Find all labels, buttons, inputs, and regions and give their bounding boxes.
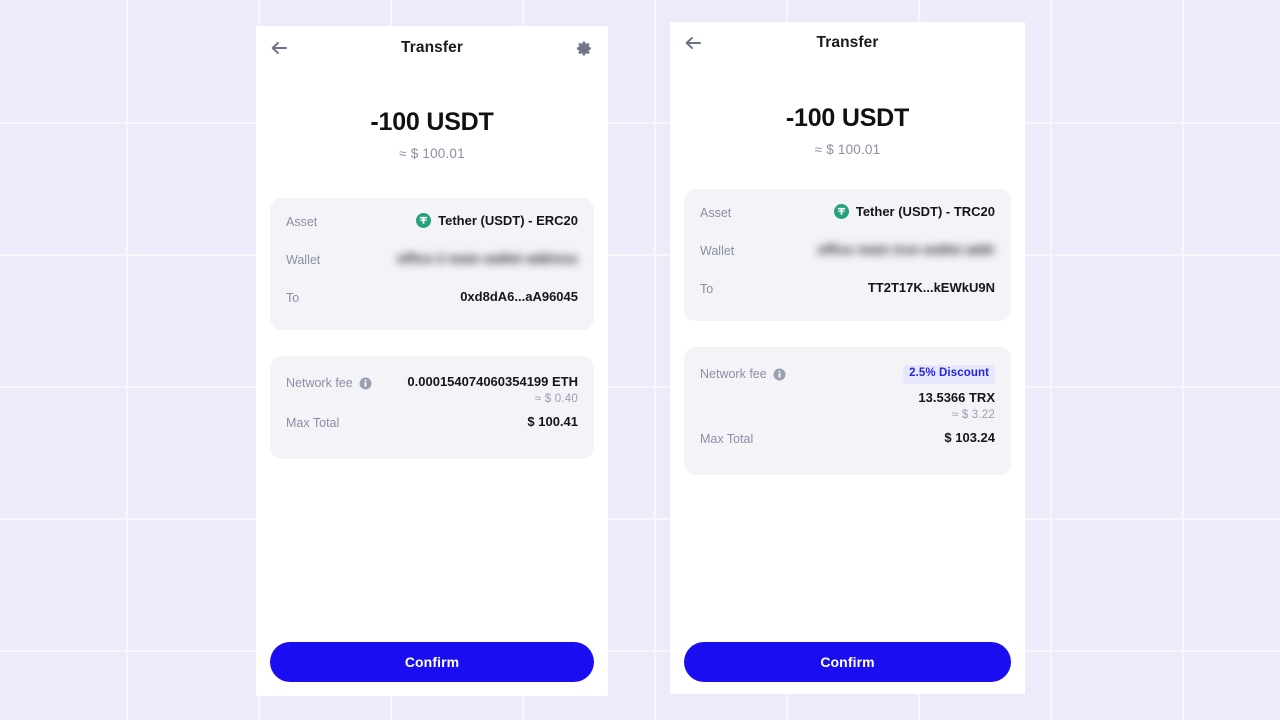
fee-details-card: Network fee 0.000154074060354199 ETH ≈ $… bbox=[270, 356, 594, 459]
page-title: Transfer bbox=[401, 39, 463, 56]
network-fee-value-group: 2.5% Discount 13.5366 TRX ≈ $ 3.22 bbox=[903, 365, 995, 421]
transfer-panel-erc20: Transfer -100 USDT ≈ $ 100.01 Asset Teth… bbox=[256, 26, 608, 696]
info-icon[interactable] bbox=[359, 377, 372, 390]
max-total-label: Max Total bbox=[286, 416, 340, 430]
wallet-row: Wallet office main tron wallet addr bbox=[700, 235, 995, 273]
network-fee-label: Network fee bbox=[286, 376, 353, 390]
wallet-row-value-group: office 2 main wallet address bbox=[397, 251, 578, 266]
asset-row-label: Asset bbox=[286, 215, 318, 229]
to-row: To 0xd8dA6...aA96045 bbox=[286, 282, 578, 320]
amount-fiat-value: ≈ $ 100.01 bbox=[814, 142, 881, 157]
confirm-button-container: Confirm bbox=[256, 642, 608, 696]
max-total-row: Max Total $ 100.41 bbox=[286, 407, 578, 445]
wallet-row-label: Wallet bbox=[286, 253, 321, 267]
asset-row: Asset Tether (USDT) - TRC20 bbox=[700, 197, 995, 235]
amount-value: -100 USDT bbox=[785, 104, 910, 132]
amount-summary: -100 USDT ≈ $ 100.01 bbox=[256, 70, 608, 161]
back-arrow-icon bbox=[685, 37, 701, 49]
network-fee-row: Network fee 0.000154074060354199 ETH ≈ $… bbox=[286, 368, 578, 407]
discount-badge: 2.5% Discount bbox=[903, 365, 995, 384]
wallet-row-value-redacted: office 2 main wallet address bbox=[396, 251, 578, 266]
fee-details-card: Network fee 2.5% Discount 13.5366 TRX ≈ … bbox=[684, 347, 1011, 475]
network-fee-value-group: 0.000154074060354199 ETH ≈ $ 0.40 bbox=[407, 374, 578, 405]
network-fee-fiat-value: ≈ $ 3.22 bbox=[951, 408, 995, 421]
back-button[interactable] bbox=[266, 35, 292, 61]
panel-spacer bbox=[670, 475, 1025, 643]
to-row: To TT2T17K...kEWkU9N bbox=[700, 273, 995, 311]
panel-header: Transfer bbox=[256, 26, 608, 70]
to-row-label: To bbox=[286, 291, 300, 305]
max-total-row: Max Total $ 103.24 bbox=[700, 423, 995, 461]
asset-row-value-group: Tether (USDT) - TRC20 bbox=[833, 204, 995, 219]
network-fee-row: Network fee 2.5% Discount 13.5366 TRX ≈ … bbox=[700, 359, 995, 423]
network-fee-fiat-value: ≈ $ 0.40 bbox=[534, 393, 578, 405]
wallet-row-label: Wallet bbox=[700, 244, 735, 258]
to-row-value: 0xd8dA6...aA96045 bbox=[460, 289, 578, 304]
to-row-value: TT2T17K...kEWkU9N bbox=[867, 280, 995, 295]
page-title: Transfer bbox=[816, 34, 879, 51]
wallet-row: Wallet office 2 main wallet address bbox=[286, 244, 578, 282]
amount-fiat-value: ≈ $ 100.01 bbox=[399, 146, 465, 161]
wallet-row-value-group: office main tron wallet addr bbox=[818, 242, 995, 257]
panel-header: Transfer bbox=[670, 22, 1025, 64]
confirm-button[interactable]: Confirm bbox=[270, 642, 594, 682]
max-total-value: $ 103.24 bbox=[944, 429, 995, 445]
gear-icon bbox=[576, 41, 591, 55]
network-fee-label-group: Network fee bbox=[286, 374, 372, 390]
asset-details-card: Asset Tether (USDT) - TRC20 Wallet offic… bbox=[684, 189, 1011, 321]
settings-button[interactable] bbox=[572, 36, 596, 60]
asset-row-value-group: Tether (USDT) - ERC20 bbox=[416, 213, 578, 228]
network-fee-value: 0.000154074060354199 ETH bbox=[407, 374, 578, 389]
amount-value: -100 USDT bbox=[370, 108, 494, 136]
max-total-value: $ 100.41 bbox=[527, 414, 578, 429]
asset-row-label: Asset bbox=[700, 206, 732, 220]
asset-row-value: Tether (USDT) - ERC20 bbox=[438, 213, 578, 228]
network-fee-value: 13.5366 TRX bbox=[918, 389, 995, 405]
confirm-button-container: Confirm bbox=[670, 642, 1025, 694]
wallet-row-value-redacted: office main tron wallet addr bbox=[817, 242, 995, 257]
max-total-label: Max Total bbox=[700, 431, 754, 446]
network-fee-label: Network fee bbox=[700, 367, 767, 381]
network-fee-values: 13.5366 TRX ≈ $ 3.22 bbox=[918, 390, 995, 421]
tether-token-icon bbox=[416, 213, 432, 228]
info-icon[interactable] bbox=[773, 368, 786, 381]
asset-details-card: Asset Tether (USDT) - ERC20 Wallet offic… bbox=[270, 198, 594, 330]
network-fee-values: 0.000154074060354199 ETH ≈ $ 0.40 bbox=[407, 374, 578, 405]
confirm-button[interactable]: Confirm bbox=[684, 642, 1011, 682]
network-fee-label-group: Network fee bbox=[700, 365, 786, 381]
tether-token-icon bbox=[833, 204, 849, 219]
back-button[interactable] bbox=[680, 30, 706, 56]
back-arrow-icon bbox=[271, 42, 287, 54]
panel-spacer bbox=[256, 459, 608, 642]
asset-row-value: Tether (USDT) - TRC20 bbox=[855, 204, 995, 219]
transfer-panel-trc20: Transfer -100 USDT ≈ $ 100.01 Asset Teth… bbox=[670, 22, 1025, 694]
amount-summary: -100 USDT ≈ $ 100.01 bbox=[670, 64, 1025, 157]
to-row-label: To bbox=[700, 282, 714, 296]
asset-row: Asset Tether (USDT) - ERC20 bbox=[286, 206, 578, 244]
